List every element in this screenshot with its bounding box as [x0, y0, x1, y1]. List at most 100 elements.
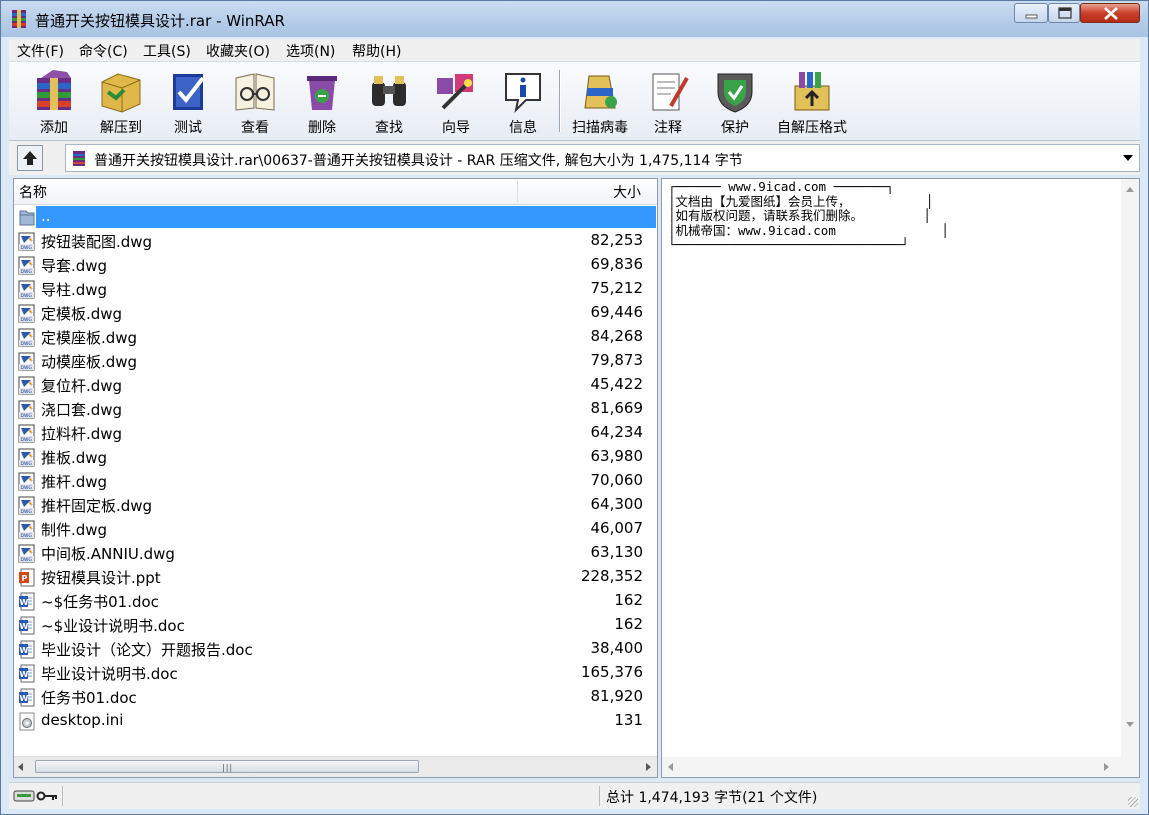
- file-list-hscrollbar[interactable]: |||: [14, 756, 657, 777]
- file-row[interactable]: DWG 复位杆.dwg 45,422: [14, 373, 657, 397]
- test-button[interactable]: 测试: [155, 66, 221, 136]
- svg-text:DWG: DWG: [21, 269, 33, 275]
- file-row[interactable]: DWG 推杆.dwg 70,060: [14, 469, 657, 493]
- scroll-thumb[interactable]: |||: [35, 760, 419, 773]
- scroll-left-icon[interactable]: [18, 763, 23, 771]
- winrar-app-icon[interactable]: [10, 9, 28, 29]
- comment-vscrollbar[interactable]: [1121, 179, 1139, 757]
- find-button[interactable]: 查找: [356, 66, 422, 136]
- minimize-button[interactable]: [1014, 3, 1048, 23]
- menu-favorites[interactable]: 收藏夹(O): [206, 41, 270, 61]
- file-name: 任务书01.doc: [41, 689, 137, 707]
- drive-key-icon[interactable]: [13, 788, 61, 804]
- column-size[interactable]: 大小: [613, 182, 641, 202]
- virus-scan-button[interactable]: 扫描病毒: [567, 66, 633, 136]
- status-summary: 总计 1,474,193 字节(21 个文件): [606, 790, 818, 806]
- file-row[interactable]: W ~$业设计说明书.doc 162: [14, 613, 657, 637]
- file-row[interactable]: DWG 导柱.dwg 75,212: [14, 277, 657, 301]
- file-size: 75,212: [590, 279, 644, 297]
- scroll-right-icon[interactable]: [646, 763, 651, 771]
- file-name: 按钮模具设计.ppt: [41, 569, 161, 587]
- file-size: 63,130: [590, 543, 644, 561]
- file-row[interactable]: W 毕业设计（论文）开题报告.doc 38,400: [14, 637, 657, 661]
- column-name[interactable]: 名称: [19, 182, 47, 202]
- title-bar[interactable]: 普通开关按钮模具设计.rar - WinRAR: [1, 1, 1148, 37]
- delete-button[interactable]: 删除: [289, 66, 355, 136]
- file-name: 按钮装配图.dwg: [41, 233, 153, 251]
- info-icon: [505, 73, 541, 114]
- column-divider[interactable]: [517, 181, 518, 202]
- comment-button[interactable]: 注释: [635, 66, 701, 136]
- info-button[interactable]: 信息: [490, 66, 556, 136]
- scroll-left-icon[interactable]: [668, 763, 673, 771]
- sfx-button[interactable]: 自解压格式: [777, 66, 847, 136]
- file-row[interactable]: DWG 导套.dwg 69,836: [14, 253, 657, 277]
- file-name: 制件.dwg: [41, 521, 108, 539]
- file-size: 162: [614, 615, 643, 633]
- file-name: 动模座板.dwg: [41, 353, 138, 371]
- file-row[interactable]: DWG 按钮装配图.dwg 82,253: [14, 229, 657, 253]
- view-icon: [235, 73, 275, 111]
- file-row[interactable]: DWG 定模板.dwg 69,446: [14, 301, 657, 325]
- file-size: 162: [614, 591, 643, 609]
- file-row[interactable]: desktop.ini 131: [14, 709, 657, 733]
- file-row[interactable]: DWG 推杆固定板.dwg 64,300: [14, 493, 657, 517]
- parent-folder-row[interactable]: ..: [14, 205, 657, 229]
- file-row[interactable]: DWG 中间板.ANNIU.dwg 63,130: [14, 541, 657, 565]
- menu-command[interactable]: 命令(C): [79, 41, 128, 61]
- file-size: 165,376: [580, 663, 643, 681]
- scroll-right-icon[interactable]: [1104, 763, 1109, 771]
- svg-text:W: W: [20, 694, 29, 703]
- file-row[interactable]: W 毕业设计说明书.doc 165,376: [14, 661, 657, 685]
- svg-text:DWG: DWG: [21, 341, 33, 347]
- file-row[interactable]: W 任务书01.doc 81,920: [14, 685, 657, 709]
- dropdown-arrow-icon[interactable]: [1123, 155, 1133, 161]
- protect-button[interactable]: 保护: [702, 66, 768, 136]
- file-row[interactable]: DWG 拉料杆.dwg 64,234: [14, 421, 657, 445]
- file-row[interactable]: P 按钮模具设计.ppt 228,352: [14, 565, 657, 589]
- file-size: 82,253: [590, 231, 644, 249]
- menu-tools[interactable]: 工具(S): [143, 41, 191, 61]
- close-icon: [1104, 7, 1118, 20]
- up-folder-button[interactable]: [17, 145, 43, 171]
- find-icon: [372, 76, 406, 106]
- file-name: ~$业设计说明书.doc: [41, 617, 185, 635]
- file-row[interactable]: DWG 浇口套.dwg 81,669: [14, 397, 657, 421]
- protect-icon: [717, 73, 753, 113]
- file-size: 69,836: [590, 255, 644, 273]
- file-row[interactable]: DWG 动模座板.dwg 79,873: [14, 349, 657, 373]
- file-name: 导套.dwg: [41, 257, 108, 275]
- menu-options[interactable]: 选项(N): [286, 41, 335, 61]
- close-button[interactable]: [1080, 3, 1140, 23]
- svg-text:W: W: [20, 622, 29, 631]
- svg-text:W: W: [20, 670, 29, 679]
- file-name: 毕业设计说明书.doc: [41, 665, 178, 683]
- archive-comment: ┌────── www.9icad.com ───────┐ │文档由【九爱图纸…: [668, 179, 949, 252]
- file-size: 84,268: [590, 327, 644, 345]
- file-name: 浇口套.dwg: [41, 401, 123, 419]
- file-size: 70,060: [590, 471, 644, 489]
- file-name: 推板.dwg: [41, 449, 108, 467]
- extract-to-button[interactable]: 解压到: [88, 66, 154, 136]
- file-row[interactable]: DWG 推板.dwg 63,980: [14, 445, 657, 469]
- resize-grip[interactable]: [1128, 797, 1138, 807]
- menu-file[interactable]: 文件(F): [17, 41, 64, 61]
- sfx-icon: [794, 72, 830, 111]
- scroll-up-icon[interactable]: [1126, 187, 1134, 192]
- comment-hscrollbar[interactable]: [662, 757, 1139, 777]
- file-row[interactable]: W ~$任务书01.doc 162: [14, 589, 657, 613]
- file-name: 复位杆.dwg: [41, 377, 123, 395]
- add-button[interactable]: 添加: [21, 66, 87, 136]
- menu-help[interactable]: 帮助(H): [352, 41, 401, 61]
- file-size: 46,007: [590, 519, 644, 537]
- up-arrow-icon: [23, 151, 37, 165]
- scroll-down-icon[interactable]: [1126, 722, 1134, 727]
- file-row[interactable]: DWG 制件.dwg 46,007: [14, 517, 657, 541]
- file-row[interactable]: DWG 定模座板.dwg 84,268: [14, 325, 657, 349]
- file-name: ~$任务书01.doc: [41, 593, 159, 611]
- maximize-button[interactable]: [1048, 3, 1080, 23]
- path-field[interactable]: 普通开关按钮模具设计.rar\00637-普通开关按钮模具设计 - RAR 压缩…: [65, 144, 1140, 172]
- wizard-button[interactable]: 向导: [423, 66, 489, 136]
- view-button[interactable]: 查看: [222, 66, 288, 136]
- path-text: 普通开关按钮模具设计.rar\00637-普通开关按钮模具设计 - RAR 压缩…: [94, 153, 743, 169]
